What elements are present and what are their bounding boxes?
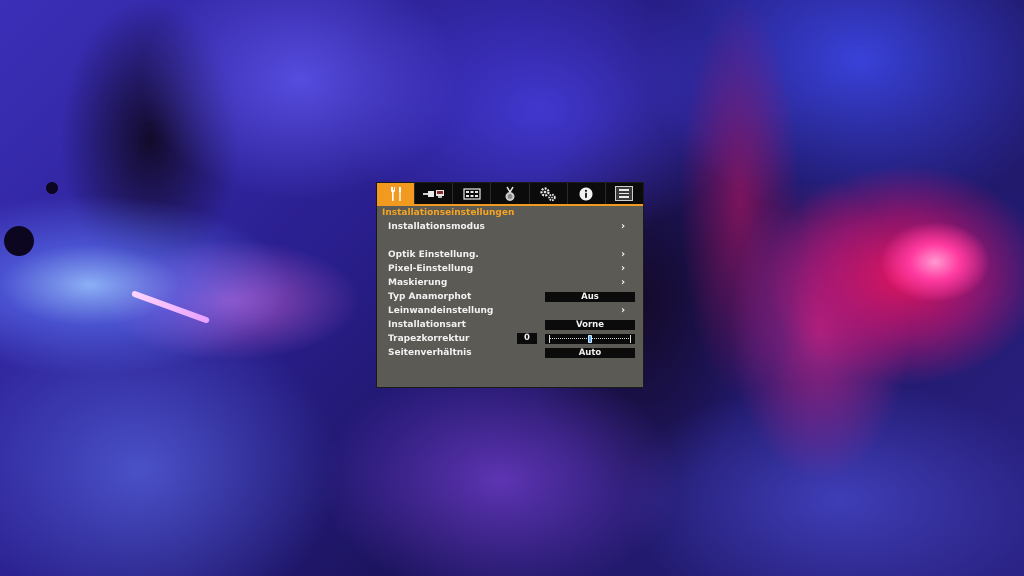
- chevron-right-icon: ›: [621, 249, 626, 260]
- tab-picture[interactable]: [453, 183, 492, 204]
- display-grid-icon: [463, 187, 481, 200]
- trapez-slider[interactable]: [545, 334, 635, 344]
- slider-thumb[interactable]: [588, 335, 592, 343]
- slider-tick-max: [630, 335, 631, 343]
- info-icon: [579, 187, 593, 200]
- row-optik-einstellung[interactable]: Optik Einstellung. ›: [377, 248, 643, 262]
- slider-tick-min: [549, 335, 550, 343]
- row-label: Typ Anamorphot: [388, 292, 472, 302]
- section-title: Installationseinstellungen: [382, 208, 515, 218]
- installationsart-value[interactable]: Vorne: [545, 320, 635, 330]
- row-installationsmodus[interactable]: Installationsmodus ›: [377, 220, 643, 234]
- gears-icon: [540, 186, 556, 201]
- row-typ-anamorphot[interactable]: Typ Anamorphot Aus: [377, 290, 643, 304]
- row-label: Trapezkorrektur: [388, 334, 470, 344]
- row-label: Optik Einstellung.: [388, 250, 479, 260]
- medal-icon: [505, 186, 515, 201]
- tab-quality[interactable]: [491, 183, 530, 204]
- trapez-value: 0: [517, 333, 537, 344]
- seitenverhaeltnis-value[interactable]: Auto: [545, 348, 635, 358]
- tab-accent-line: [377, 204, 643, 206]
- row-label: Pixel-Einstellung: [388, 264, 474, 274]
- row-pixel-einstellung[interactable]: Pixel-Einstellung ›: [377, 262, 643, 276]
- tab-information[interactable]: [568, 183, 606, 204]
- row-seitenverhaeltnis[interactable]: Seitenverhältnis Auto: [377, 346, 643, 360]
- wallpaper-dark-spot: [4, 226, 34, 256]
- menu-icon: [615, 186, 634, 201]
- row-leinwandeinstellung[interactable]: Leinwandeinstellung ›: [377, 304, 643, 318]
- row-trapezkorrektur[interactable]: Trapezkorrektur 0: [377, 332, 643, 346]
- tab-settings[interactable]: [530, 183, 568, 204]
- anamorphot-value[interactable]: Aus: [545, 292, 635, 302]
- row-label: Seitenverhältnis: [388, 348, 472, 358]
- chevron-right-icon: ›: [621, 263, 626, 274]
- osd-tab-bar: [377, 183, 643, 204]
- chevron-right-icon: ›: [621, 221, 626, 232]
- projector-osd-menu: Installationseinstellungen Installations…: [376, 182, 644, 388]
- tab-menu[interactable]: [606, 183, 643, 204]
- row-label: Maskierung: [388, 278, 448, 288]
- input-connector-icon: [422, 189, 444, 198]
- row-installationsart[interactable]: Installationsart Vorne: [377, 318, 643, 332]
- row-maskierung[interactable]: Maskierung ›: [377, 276, 643, 290]
- settings-list: Installationsmodus › Optik Einstellung. …: [377, 220, 643, 360]
- chevron-right-icon: ›: [621, 277, 626, 288]
- tab-installation[interactable]: [377, 183, 416, 204]
- wrench-screwdriver-icon: [390, 186, 401, 201]
- wallpaper-dark-spot-small: [46, 182, 58, 194]
- tab-input[interactable]: [415, 183, 454, 204]
- chevron-right-icon: ›: [621, 305, 626, 316]
- row-spacer: [377, 234, 643, 248]
- row-label: Leinwandeinstellung: [388, 306, 494, 316]
- row-label: Installationsmodus: [388, 222, 485, 232]
- row-label: Installationsart: [388, 320, 466, 330]
